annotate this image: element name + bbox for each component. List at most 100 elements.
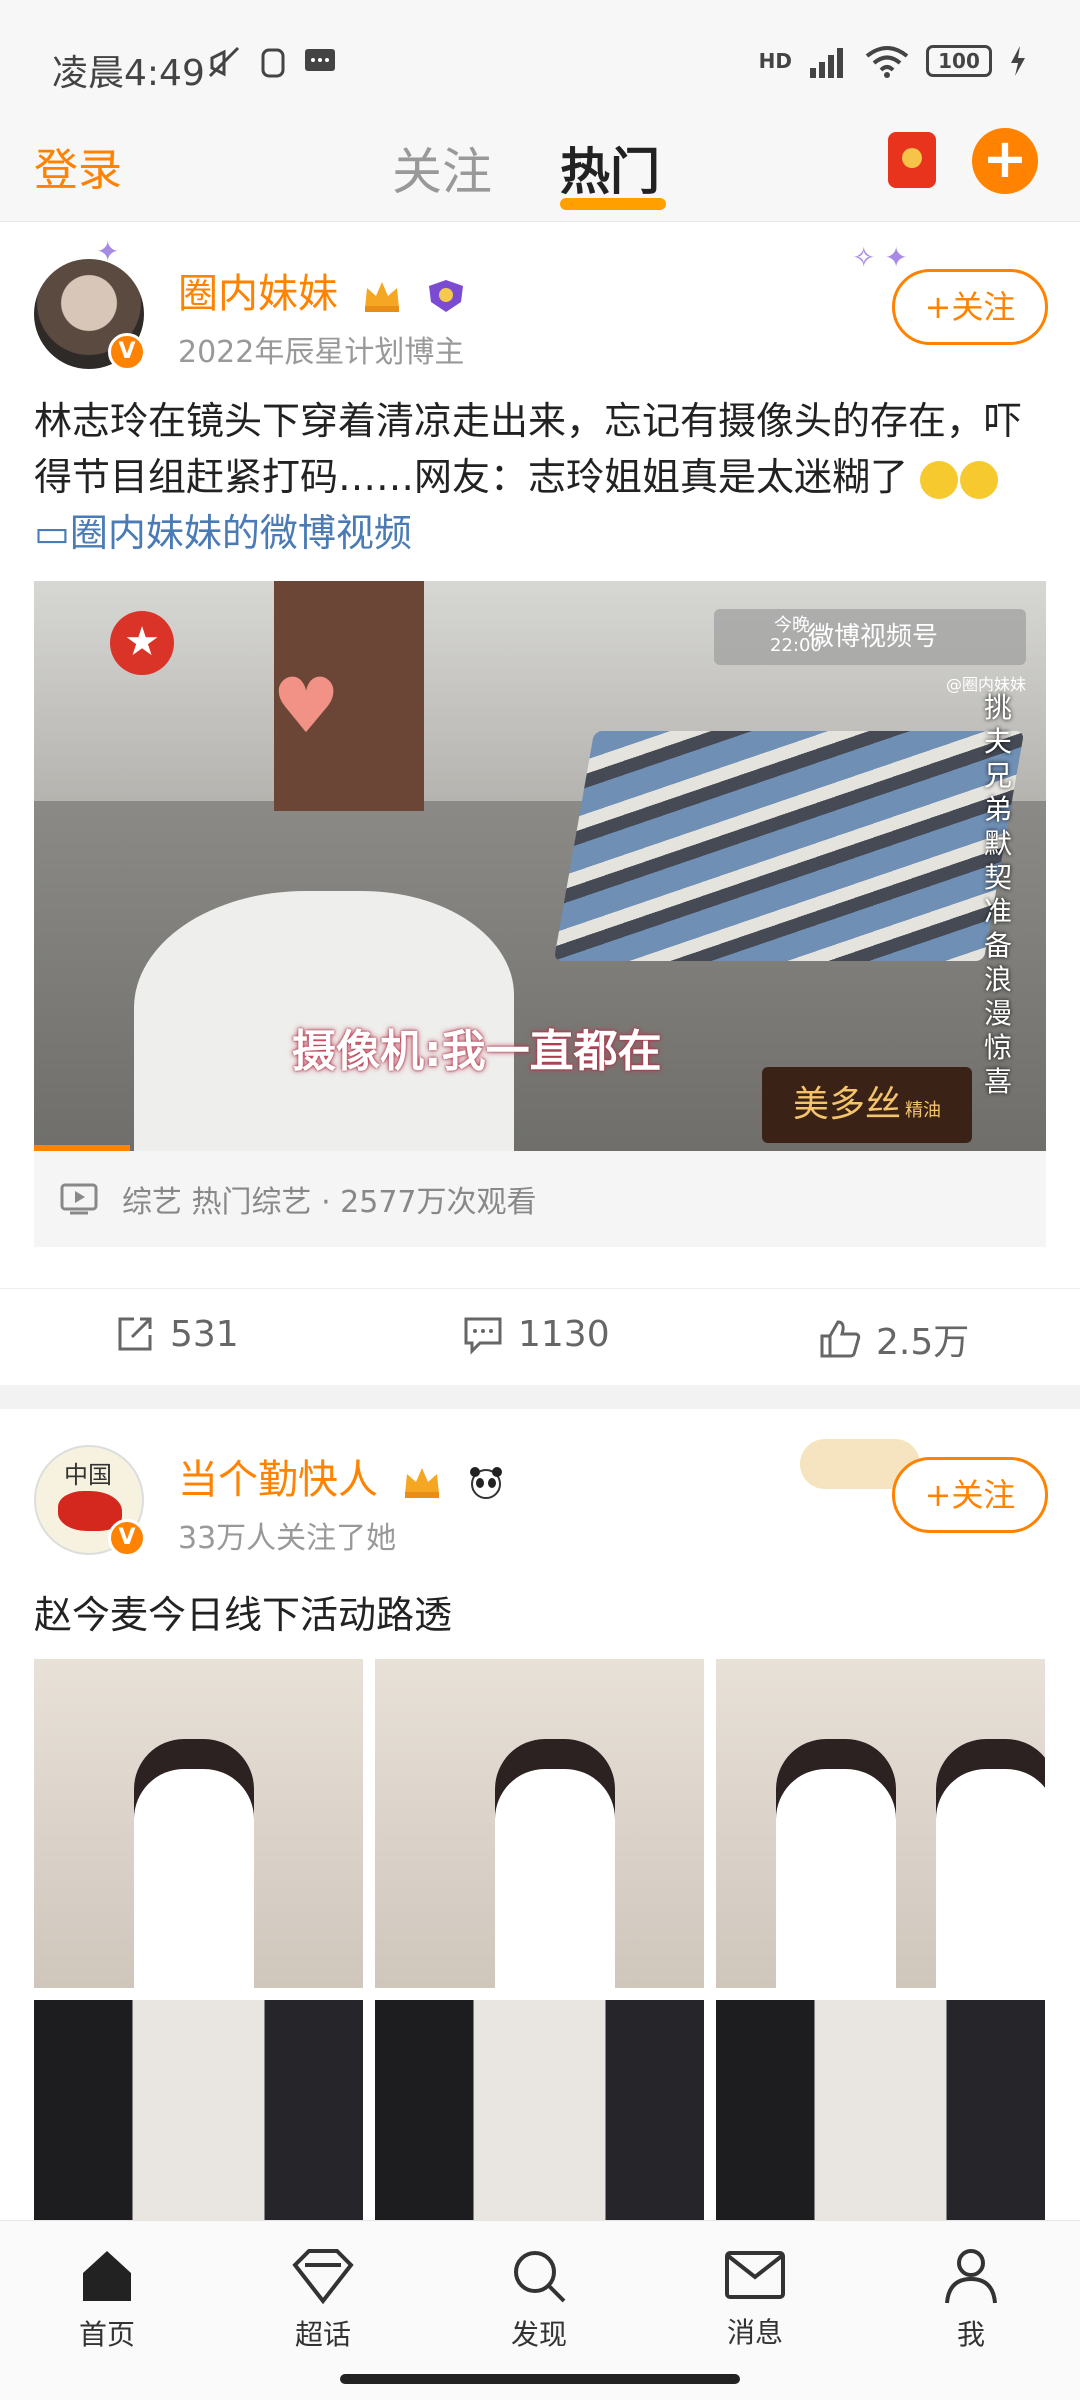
nav-label: 消息	[726, 2316, 783, 2349]
avatar-text: 中国	[64, 1461, 112, 1489]
post-image[interactable]	[34, 1659, 363, 1988]
panda-icon	[470, 1467, 503, 1499]
post-text[interactable]: 林志玲在镜头下穿着清凉走出来，忘记有摄像头的存在，吓得节目组赶紧打码……网友：志…	[34, 393, 1044, 561]
post-card: 中国 V 当个勤快人 33万人关注了她 +关注 赵今麦今日线下活动路透	[0, 1409, 1080, 2220]
image-figure	[134, 1739, 254, 1988]
repost-button[interactable]: 531	[114, 1313, 239, 1355]
channel-logo-icon: ★	[110, 611, 174, 675]
ad-subtext: 精油	[905, 1100, 941, 1121]
tab-follow[interactable]: 关注	[392, 132, 492, 204]
side-caption: 挑夫兄弟默契准备浪漫惊喜	[984, 691, 1013, 1098]
post-image[interactable]	[716, 1659, 1045, 1988]
nav-label: 超话	[294, 2318, 351, 2351]
wifi-icon	[865, 46, 909, 78]
follow-button[interactable]: +关注	[892, 269, 1048, 345]
ad-overlay: 美多丝 精油	[762, 1067, 972, 1143]
watermark-text: 微博视频号	[808, 622, 939, 652]
active-tab-indicator	[560, 198, 666, 210]
tab-hot[interactable]: 热门	[560, 132, 660, 204]
signal-icon: HD	[758, 49, 792, 73]
card-divider	[0, 1385, 1080, 1409]
post-text[interactable]: 赵今麦今日线下活动路透	[34, 1584, 452, 1639]
video-meta-text: 综艺 热门综艺 · 2577万次观看	[122, 1185, 537, 1220]
verified-badge-icon: V	[108, 333, 146, 371]
comment-icon	[464, 1317, 502, 1355]
crown-icon	[364, 282, 399, 312]
heart-sticker-icon: ♥	[272, 661, 341, 750]
status-time: 凌晨4:49	[52, 53, 205, 94]
image-bg	[34, 2000, 363, 2220]
post-card: ✦ V 圈内妹妹 2022年辰星计划博主 ✧ ✦ +关注 林志玲在镜头下穿着清凉…	[0, 223, 1080, 1385]
notification-icon	[261, 48, 285, 78]
nav-super-topic[interactable]: 超话	[263, 2247, 383, 2353]
username-text[interactable]: 圈内妹妹	[178, 271, 338, 317]
nav-me[interactable]: 我	[911, 2247, 1031, 2353]
comment-button[interactable]: 1130	[462, 1313, 610, 1355]
image-bg	[375, 2000, 704, 2220]
status-right: HD 100	[759, 44, 1028, 78]
person-icon	[945, 2249, 997, 2304]
home-icon	[83, 2251, 131, 2301]
post-image[interactable]	[716, 2000, 1045, 2220]
follow-decoration-icon: ✧ ✦	[852, 241, 908, 274]
status-bar: 凌晨4:49 HD 100	[0, 0, 1080, 118]
message-icon	[305, 49, 335, 71]
username[interactable]: 当个勤快人	[178, 1447, 507, 1505]
charging-icon	[1011, 46, 1025, 76]
like-count: 2.5万	[876, 1322, 970, 1363]
user-subtitle: 2022年辰星计划博主	[178, 335, 465, 370]
image-figure	[776, 1739, 896, 1988]
video-player[interactable]: ★ ♥ 微博视频号 今晚 22:00 @圈内妹妹 挑夫兄弟默契准备浪漫惊喜 摄像…	[34, 581, 1046, 1151]
shield-badge-icon	[429, 280, 464, 312]
like-button[interactable]: 2.5万	[818, 1313, 969, 1365]
image-bg	[716, 2000, 1045, 2220]
nav-discover[interactable]: 发现	[479, 2247, 599, 2353]
post-image[interactable]	[375, 1659, 704, 1988]
compose-button[interactable]: +	[972, 128, 1038, 194]
video-caption: 摄像机:我一直都在	[292, 1026, 662, 1077]
laugh-emoji-icon	[960, 460, 999, 499]
nav-messages[interactable]: 消息	[695, 2247, 815, 2351]
ad-text: 美多丝	[792, 1084, 901, 1125]
video-link-text[interactable]: 圈内妹妹的微博视频	[70, 511, 412, 555]
nav-label: 发现	[510, 2318, 567, 2351]
mail-icon	[725, 2251, 785, 2299]
crown-icon	[404, 1468, 439, 1498]
post-image[interactable]	[375, 2000, 704, 2220]
post-image[interactable]	[34, 2000, 363, 2220]
search-icon	[514, 2251, 566, 2303]
video-icon	[60, 1183, 98, 1215]
diamond-icon	[292, 2249, 354, 2305]
tonight-label: 今晚	[774, 615, 810, 636]
battery-indicator: 100	[926, 45, 992, 77]
username[interactable]: 圈内妹妹	[178, 261, 467, 319]
red-packet-icon[interactable]	[888, 132, 936, 188]
image-figure	[936, 1739, 1045, 1988]
nav-home[interactable]: 首页	[47, 2247, 167, 2353]
comment-count: 1130	[518, 1313, 610, 1355]
user-subtitle: 33万人关注了她	[178, 1521, 397, 1556]
video-scene-bed	[553, 731, 1025, 961]
follow-button[interactable]: +关注	[892, 1457, 1048, 1533]
username-text[interactable]: 当个勤快人	[178, 1457, 378, 1503]
top-header: 登录 关注 热门 +	[0, 118, 1080, 222]
nav-label: 我	[956, 2318, 985, 2351]
repost-icon	[118, 1317, 152, 1351]
post-body: 林志玲在镜头下穿着清凉走出来，忘记有摄像头的存在，吓得节目组赶紧打码……网友：志…	[34, 399, 1023, 499]
tonight-time: 22:00	[770, 635, 822, 656]
bottom-nav: 首页 超话 发现 消息 我	[0, 2220, 1080, 2400]
image-figure	[495, 1739, 615, 1988]
gesture-bar[interactable]	[340, 2374, 740, 2384]
video-meta[interactable]: 综艺 热门综艺 · 2577万次观看	[34, 1151, 1046, 1247]
login-link[interactable]: 登录	[34, 134, 122, 198]
mute-icon	[208, 46, 240, 78]
verified-badge-icon: V	[108, 1519, 146, 1557]
video-link[interactable]: ▭圈内妹妹的微博视频	[34, 511, 412, 555]
action-bar: 531 1130 2.5万	[0, 1288, 1080, 1386]
nav-label: 首页	[78, 2318, 135, 2351]
laugh-emoji-icon	[920, 460, 959, 499]
like-icon	[820, 1320, 861, 1358]
status-left-icons	[204, 42, 338, 82]
video-watermark: 微博视频号	[714, 609, 1026, 665]
signal-bars-icon	[810, 48, 843, 78]
